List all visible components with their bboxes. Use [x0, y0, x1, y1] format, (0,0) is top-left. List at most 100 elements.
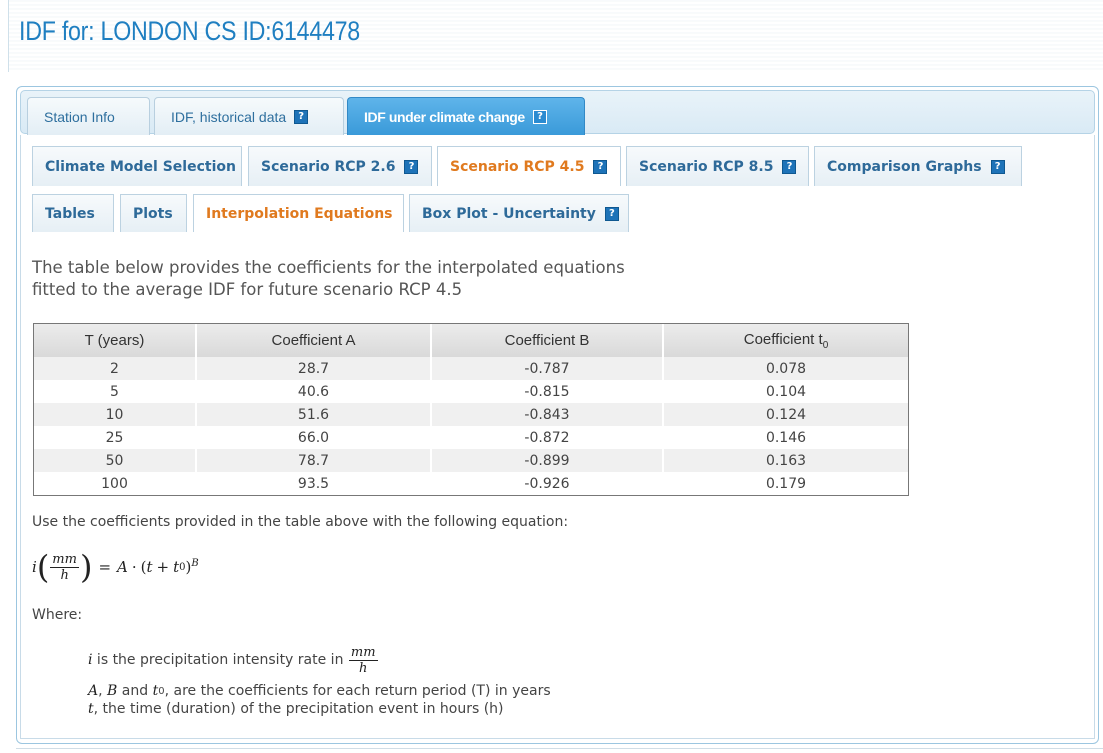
table-cell: 66.0: [197, 426, 432, 449]
usage-instruction: Use the coefficients provided in the tab…: [32, 514, 569, 530]
eq-exponent: B: [191, 557, 199, 569]
table-cell: -0.926: [432, 472, 664, 495]
tab-scenario-rcp-2-6[interactable]: Scenario RCP 2.6 ?: [248, 146, 432, 186]
table-header-row: T (years) Coefficient A Coefficient B Co…: [34, 324, 908, 357]
help-icon[interactable]: ?: [782, 159, 797, 174]
table-cell: 0.179: [664, 472, 908, 495]
tab-scenario-rcp-4-5[interactable]: Scenario RCP 4.5 ?: [437, 146, 621, 186]
tab-label: Tables: [45, 205, 95, 222]
def-unit-denominator: h: [359, 660, 368, 676]
def-variable: B: [107, 683, 118, 699]
tab-label: Scenario RCP 4.5: [450, 158, 585, 175]
def-text: and: [117, 683, 153, 699]
table-cell: 40.6: [197, 380, 432, 403]
def-text: ,: [98, 683, 108, 699]
eq-variable: t: [146, 558, 153, 576]
table-cell: -0.787: [432, 357, 664, 380]
coefficients-table: T (years) Coefficient A Coefficient B Co…: [33, 323, 909, 496]
table-row: 2 28.7 -0.787 0.078: [34, 357, 908, 380]
where-label: Where:: [32, 607, 83, 623]
eq-equals: =: [98, 558, 112, 576]
definitions: i is the precipitation intensity rate in…: [88, 638, 551, 718]
help-icon[interactable]: ?: [532, 109, 547, 124]
table-row: 50 78.7 -0.899 0.163: [34, 449, 908, 472]
page: IDF for: LONDON CS ID:6144478 Station In…: [0, 0, 1103, 753]
table-cell: 93.5: [197, 472, 432, 495]
tab-label: Plots: [133, 205, 173, 222]
title-bar: IDF for: LONDON CS ID:6144478: [8, 0, 1103, 72]
tab-station-info[interactable]: Station Info: [27, 97, 150, 135]
table-row: 100 93.5 -0.926 0.179: [34, 472, 908, 495]
tab-idf-under-climate-change[interactable]: IDF under climate change ?: [347, 97, 585, 135]
page-title: IDF for: LONDON CS ID:6144478: [19, 16, 360, 46]
table-cell: 28.7: [197, 357, 432, 380]
idf-equation: i ( mm h ) = A · ( t + t0 ) B: [32, 545, 199, 589]
table-cell: -0.872: [432, 426, 664, 449]
column-header: Coefficient A: [197, 324, 432, 357]
tab-label: Scenario RCP 8.5: [639, 158, 774, 175]
def-unit-fraction: mm h: [348, 644, 378, 676]
tab-label: Climate Model Selection: [45, 158, 236, 175]
table-cell: 25: [34, 426, 197, 449]
subscript: 0: [822, 339, 829, 351]
table-cell: 50: [34, 449, 197, 472]
tab-label: Station Info: [44, 108, 115, 125]
tab-label: IDF under climate change: [364, 108, 525, 125]
tab-climate-model-selection[interactable]: Climate Model Selection: [32, 146, 242, 186]
tab-box-plot-uncertainty[interactable]: Box Plot - Uncertainty ?: [409, 194, 629, 232]
tab-comparison-graphs[interactable]: Comparison Graphs ?: [814, 146, 1022, 186]
table-cell: -0.815: [432, 380, 664, 403]
eq-variable: A: [117, 558, 128, 576]
definition-item: t , the time (duration) of the precipita…: [88, 700, 551, 718]
tab-idf-historical-data[interactable]: IDF, historical data ?: [154, 97, 344, 135]
tab-label: Box Plot - Uncertainty: [422, 205, 596, 222]
table-cell: 2: [34, 357, 197, 380]
eq-unit-denominator: h: [60, 567, 69, 583]
table-cell: 0.124: [664, 403, 908, 426]
panel-bottom-border: [16, 748, 1103, 749]
column-header-text: Coefficient t: [743, 330, 823, 348]
eq-paren: ): [79, 548, 93, 586]
help-icon[interactable]: ?: [593, 159, 608, 174]
table-row: 10 51.6 -0.843 0.124: [34, 403, 908, 426]
def-variable: A: [88, 683, 99, 699]
column-header: T (years): [34, 324, 197, 357]
table-cell: 100: [34, 472, 197, 495]
help-icon[interactable]: ?: [604, 206, 619, 221]
definition-item: i is the precipitation intensity rate in…: [88, 638, 551, 682]
table-cell: 0.163: [664, 449, 908, 472]
intro-line: The table below provides the coefficient…: [32, 258, 625, 277]
tab-label: Comparison Graphs: [827, 158, 982, 175]
tab-scenario-rcp-8-5[interactable]: Scenario RCP 8.5 ?: [626, 146, 809, 186]
tab-plots[interactable]: Plots: [120, 194, 187, 232]
table-cell: 78.7: [197, 449, 432, 472]
tab-label: Interpolation Equations: [206, 205, 393, 222]
table-row: 25 66.0 -0.872 0.146: [34, 426, 908, 449]
help-icon[interactable]: ?: [294, 109, 309, 124]
eq-dot: ·: [131, 558, 137, 576]
intro-line: fitted to the average IDF for future sce…: [32, 280, 463, 299]
table-row: 5 40.6 -0.815 0.104: [34, 380, 908, 403]
tab-tables[interactable]: Tables: [32, 194, 114, 232]
table-cell: -0.843: [432, 403, 664, 426]
help-icon[interactable]: ?: [404, 159, 419, 174]
def-text: is the precipitation intensity rate in: [92, 652, 348, 668]
column-header: Coefficient t0: [664, 324, 908, 357]
def-unit-numerator: mm: [348, 644, 378, 661]
tab-label: IDF, historical data: [171, 108, 287, 125]
eq-unit-numerator: mm: [50, 551, 79, 568]
table-cell: 51.6: [197, 403, 432, 426]
help-icon[interactable]: ?: [990, 159, 1005, 174]
main-tabbar: Station Info IDF, historical data ? IDF …: [20, 90, 1095, 135]
def-text: , the time (duration) of the precipitati…: [93, 701, 504, 717]
table-cell: 0.104: [664, 380, 908, 403]
table-cell: 0.146: [664, 426, 908, 449]
table-cell: 5: [34, 380, 197, 403]
tab-interpolation-equations[interactable]: Interpolation Equations: [193, 194, 404, 232]
def-text: , are the coefficients for each return p…: [164, 683, 551, 699]
eq-plus: +: [156, 558, 170, 576]
eq-paren: (: [36, 548, 50, 586]
eq-unit-fraction: mm h: [50, 552, 79, 583]
definition-item: A , B and t0 , are the coefficients for …: [88, 682, 551, 700]
intro-text: The table below provides the coefficient…: [32, 257, 732, 301]
